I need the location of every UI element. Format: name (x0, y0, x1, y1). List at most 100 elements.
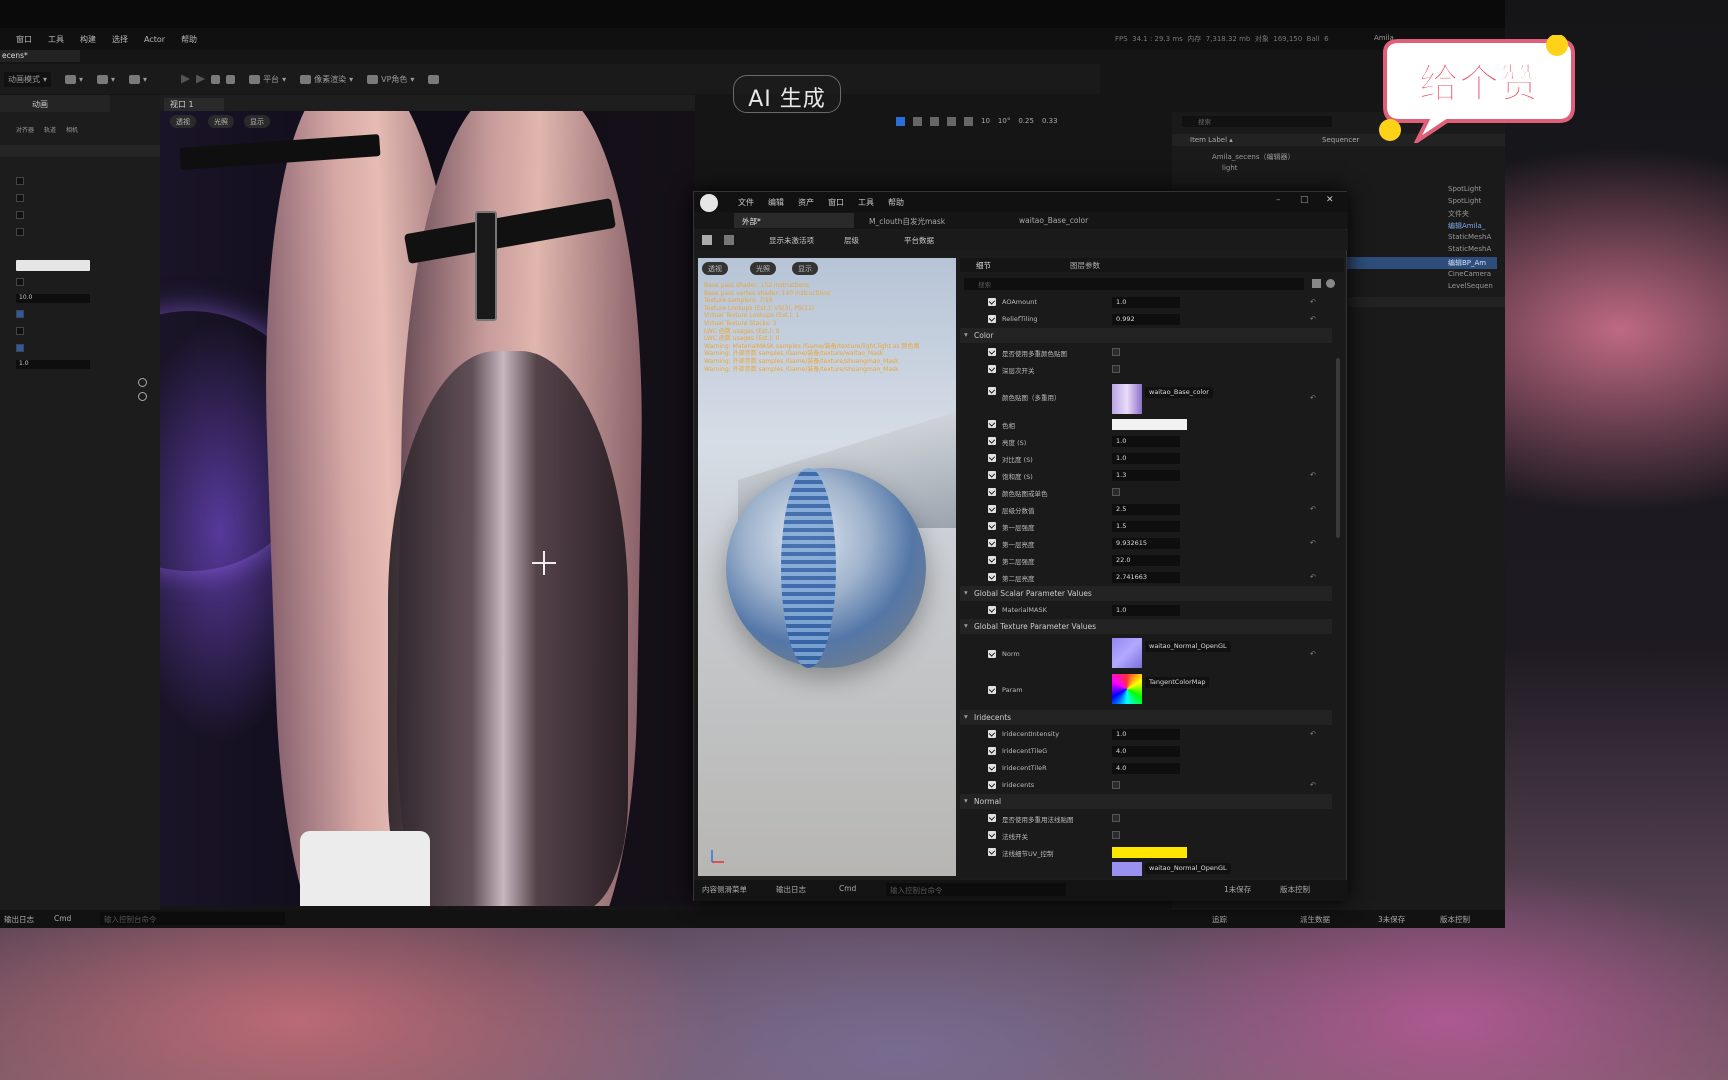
unsaved-button[interactable]: 3未保存 (1378, 914, 1405, 925)
outliner-row[interactable]: 文件夹 (1448, 209, 1469, 219)
reset-icon[interactable]: ↶ (1310, 471, 1316, 479)
param-value[interactable]: 2.741663 (1112, 572, 1180, 583)
param-value[interactable]: 1.0 (1112, 729, 1180, 740)
cmd-dropdown[interactable]: Cmd (839, 884, 856, 893)
left-checkbox-checked[interactable] (16, 310, 24, 318)
add-key-icon[interactable] (138, 378, 147, 387)
param-value[interactable]: 22.0 (1112, 555, 1180, 566)
select-icon[interactable] (896, 116, 905, 126)
texture-thumbnail[interactable] (1112, 384, 1142, 414)
param-checkbox[interactable] (988, 471, 996, 479)
camera-button[interactable]: 相机 (66, 115, 78, 134)
param-checkbox[interactable] (988, 686, 996, 694)
param-checkbox[interactable] (988, 522, 996, 530)
outliner-row[interactable]: LevelSequen (1448, 282, 1493, 290)
cmd-dropdown[interactable]: Cmd (54, 914, 71, 923)
browse-icon[interactable] (724, 235, 734, 245)
value-checkbox[interactable] (1112, 814, 1120, 822)
source-control-button[interactable]: 版本控制 (1440, 914, 1470, 925)
table-view-icon[interactable] (1312, 279, 1321, 288)
animation-tab[interactable]: 动画 (0, 95, 110, 112)
param-value[interactable]: 0.992 (1112, 314, 1180, 325)
stop-icon[interactable] (211, 74, 221, 84)
param-checkbox[interactable] (988, 387, 996, 395)
outliner-row[interactable]: 编辑Amila_ (1448, 221, 1485, 231)
section-normal[interactable]: Normal (960, 794, 1332, 809)
tab-details[interactable]: 细节 (976, 260, 991, 271)
cinematics-button[interactable]: ▾ (129, 74, 147, 84)
param-checkbox[interactable] (988, 437, 996, 445)
play-controls[interactable] (181, 74, 236, 84)
param-checkbox[interactable] (988, 348, 996, 356)
perspective-button[interactable]: 透视 (170, 115, 196, 128)
asset-dropdown[interactable]: TangentColorMap (1145, 677, 1210, 688)
section-color[interactable]: Color (960, 328, 1332, 343)
outliner-row[interactable]: StaticMeshA (1448, 245, 1491, 253)
outliner-row[interactable]: SpotLight (1448, 185, 1481, 193)
add-button[interactable]: ▾ (65, 74, 83, 84)
tint-color-swatch[interactable] (1112, 419, 1187, 430)
param-checkbox[interactable] (988, 848, 996, 856)
param-checkbox[interactable] (988, 556, 996, 564)
param-checkbox[interactable] (988, 781, 996, 789)
mat-menu-window[interactable]: 窗口 (828, 197, 844, 208)
value-checkbox[interactable] (1112, 348, 1120, 356)
left-checkbox[interactable] (16, 278, 24, 286)
output-log-button[interactable]: 输出日志 (776, 884, 806, 895)
minimize-icon[interactable]: – (1276, 195, 1281, 205)
param-value[interactable]: 9.932615 (1112, 538, 1180, 549)
grid-snap[interactable]: 10 (981, 117, 990, 125)
unsaved-button[interactable]: 1未保存 (1224, 884, 1251, 895)
texture-thumbnail[interactable] (1112, 674, 1142, 704)
tab-layer-params[interactable]: 图层参数 (1070, 260, 1100, 271)
viewport-tab[interactable]: 视口 1 (164, 98, 224, 111)
param-checkbox[interactable] (988, 650, 996, 658)
blueprint-button[interactable]: ▾ (97, 74, 115, 84)
value-checkbox[interactable] (1112, 831, 1120, 839)
save-icon[interactable] (702, 235, 712, 245)
asset-dropdown[interactable]: waitao_Normal_OpenGL (1145, 641, 1231, 652)
reset-icon[interactable]: ↶ (1310, 315, 1316, 323)
mat-menu-file[interactable]: 文件 (738, 197, 754, 208)
level-tab[interactable]: ecens* (0, 50, 80, 62)
content-drawer-button[interactable]: 内容侧滑菜单 (702, 884, 747, 895)
step-icon[interactable] (196, 74, 206, 84)
value-checkbox[interactable] (1112, 488, 1120, 496)
param-checkbox[interactable] (988, 764, 996, 772)
outliner-row[interactable]: SpotLight (1448, 197, 1481, 205)
gear-icon[interactable] (1326, 279, 1335, 288)
console-input[interactable]: 输入控制台命令 (100, 912, 285, 925)
param-checkbox[interactable] (988, 831, 996, 839)
move-icon[interactable] (913, 116, 922, 126)
extra-button[interactable] (428, 74, 440, 84)
left-value-field[interactable]: 10.0 (16, 294, 90, 303)
param-checkbox[interactable] (988, 730, 996, 738)
param-value[interactable]: 4.0 (1112, 763, 1180, 774)
menu-actor[interactable]: Actor (144, 35, 165, 44)
left-value-field[interactable]: 1.0 (16, 360, 90, 369)
param-value[interactable]: 1.0 (1112, 436, 1180, 447)
outliner-search[interactable]: 搜索 (1182, 116, 1332, 127)
param-checkbox[interactable] (988, 539, 996, 547)
value-checkbox[interactable] (1112, 781, 1120, 789)
platform-dropdown[interactable]: 平台 ▾ (249, 74, 286, 85)
menu-select[interactable]: 选择 (112, 34, 128, 45)
outliner-row[interactable]: light (1222, 164, 1238, 172)
mat-menu-asset[interactable]: 资产 (798, 197, 814, 208)
left-checkbox-checked[interactable] (16, 344, 24, 352)
param-checkbox[interactable] (988, 747, 996, 755)
tab-base-color[interactable]: waitao_Base_color (1019, 216, 1088, 225)
lit-button[interactable]: 光照 (208, 115, 234, 128)
scale-icon[interactable] (947, 116, 956, 126)
rotate-icon[interactable] (930, 116, 939, 126)
track-button[interactable]: 轨道 (44, 115, 56, 134)
param-checkbox[interactable] (988, 420, 996, 428)
play-icon[interactable] (181, 74, 191, 84)
rotation-snap[interactable]: 10° (998, 117, 1010, 125)
left-checkbox[interactable] (16, 194, 24, 202)
param-value[interactable]: 1.5 (1112, 521, 1180, 532)
reset-icon[interactable]: ↶ (1310, 505, 1316, 513)
section-global-texture[interactable]: Global Texture Parameter Values (960, 619, 1332, 634)
outliner-row[interactable]: StaticMeshA (1448, 233, 1491, 241)
param-checkbox[interactable] (988, 454, 996, 462)
